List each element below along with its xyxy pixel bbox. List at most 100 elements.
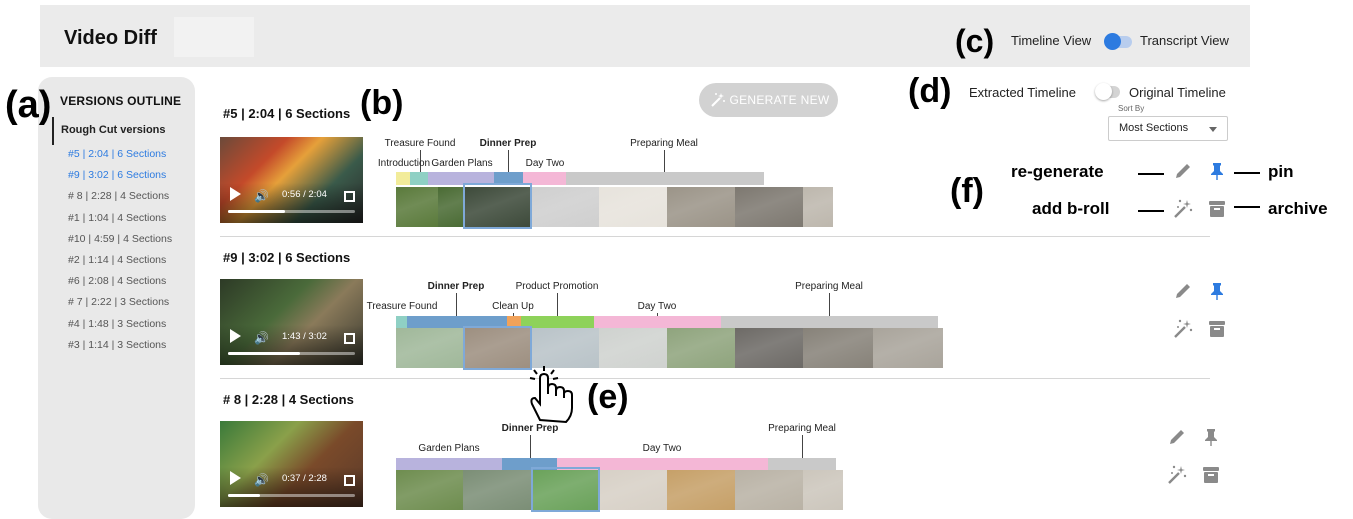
video-thumbnail[interactable]	[599, 187, 667, 227]
section-label: Day Two	[525, 158, 565, 169]
magic-wand-icon[interactable]	[1172, 318, 1194, 340]
progress-fill	[228, 210, 286, 213]
video-thumbnail[interactable]	[396, 470, 463, 510]
legend-pin: pin	[1268, 162, 1294, 181]
video-thumbnail[interactable]	[803, 328, 873, 368]
video-player[interactable]: 🔊 1:43 / 3:02	[220, 279, 363, 365]
video-thumbnail[interactable]	[735, 187, 803, 227]
player-time: 0:56 / 2:04	[282, 189, 327, 200]
video-player[interactable]: 🔊 0:56 / 2:04	[220, 137, 363, 223]
video-thumbnail[interactable]	[735, 470, 803, 510]
section-label: Dinner Prep	[479, 138, 537, 149]
volume-icon[interactable]: 🔊	[254, 189, 269, 203]
video-thumbnail[interactable]	[599, 328, 667, 368]
video-thumbnail[interactable]	[667, 328, 735, 368]
play-icon[interactable]	[230, 187, 241, 201]
row-divider	[220, 236, 1210, 237]
section-label: Garden Plans	[431, 158, 493, 169]
section-connector	[456, 293, 457, 316]
version-list-item[interactable]: #2 | 1:14 | 4 Sections	[68, 253, 172, 274]
generate-new-button[interactable]: GENERATE NEW	[699, 83, 838, 117]
video-thumbnail[interactable]	[396, 187, 438, 227]
timeline-view-label: Timeline View	[1011, 33, 1092, 48]
version-list-item[interactable]: #9 | 3:02 | 6 Sections	[68, 168, 172, 189]
progress-bar[interactable]	[228, 210, 355, 213]
video-thumbnail[interactable]	[667, 187, 735, 227]
legend-dash	[1234, 206, 1260, 208]
section-label: Product Promotion	[515, 281, 599, 292]
section-connector	[557, 293, 558, 316]
fullscreen-icon[interactable]	[344, 333, 355, 344]
version-list-item[interactable]: #6 | 2:08 | 4 Sections	[68, 274, 172, 295]
section-connector	[508, 150, 509, 172]
volume-icon[interactable]: 🔊	[254, 473, 269, 487]
version-list-item[interactable]: # 7 | 2:22 | 3 Sections	[68, 295, 172, 316]
section-connector	[802, 435, 803, 458]
pencil-icon[interactable]	[1172, 160, 1194, 182]
pin-icon[interactable]	[1206, 160, 1228, 182]
section-label: Dinner Prep	[427, 281, 485, 292]
legend-archive: archive	[1268, 199, 1328, 218]
video-thumbnail[interactable]	[803, 470, 843, 510]
sort-select-value: Most Sections	[1119, 122, 1189, 134]
video-thumbnail[interactable]	[803, 187, 833, 227]
magic-wand-icon[interactable]	[1172, 198, 1194, 220]
version-list-item[interactable]: #5 | 2:04 | 6 Sections	[68, 147, 172, 168]
video-thumbnail[interactable]	[873, 328, 943, 368]
video-thumbnail[interactable]	[463, 470, 531, 510]
title-placeholder	[174, 17, 254, 57]
current-frame-highlight	[531, 467, 600, 512]
section-bar[interactable]	[566, 172, 764, 185]
row-divider	[220, 378, 1210, 379]
archive-icon[interactable]	[1200, 464, 1222, 486]
archive-icon[interactable]	[1206, 198, 1228, 220]
play-icon[interactable]	[230, 471, 241, 485]
pencil-icon[interactable]	[1172, 280, 1194, 302]
video-thumbnail[interactable]	[531, 328, 599, 368]
video-thumbnail[interactable]	[531, 187, 599, 227]
timeline-toggle[interactable]	[1095, 83, 1120, 100]
video-thumbnail[interactable]	[667, 470, 735, 510]
magic-wand-icon	[711, 93, 725, 107]
version-list-item[interactable]: #10 | 4:59 | 4 Sections	[68, 232, 172, 253]
version-list-item[interactable]: #1 | 1:04 | 4 Sections	[68, 211, 172, 232]
pencil-icon[interactable]	[1166, 426, 1188, 448]
version-list-item[interactable]: #3 | 1:14 | 3 Sections	[68, 338, 172, 359]
video-thumbnail[interactable]	[599, 470, 667, 510]
view-toggle[interactable]	[1104, 33, 1132, 50]
play-icon[interactable]	[230, 329, 241, 343]
pin-icon[interactable]	[1200, 426, 1222, 448]
version-list-item[interactable]: # 8 | 2:28 | 4 Sections	[68, 189, 172, 210]
progress-fill	[228, 352, 301, 355]
annotation-c: (c)	[955, 23, 995, 59]
annotation-d: (d)	[908, 72, 952, 110]
progress-bar[interactable]	[228, 494, 355, 497]
chevron-down-icon	[1209, 127, 1217, 132]
magic-wand-icon[interactable]	[1166, 464, 1188, 486]
pin-icon[interactable]	[1206, 280, 1228, 302]
section-label: Treasure Found	[384, 138, 456, 149]
section-connector	[829, 293, 830, 316]
section-label: Preparing Meal	[768, 423, 836, 434]
annotation-e: (e)	[587, 378, 629, 416]
section-bar[interactable]	[410, 172, 428, 185]
volume-icon[interactable]: 🔊	[254, 331, 269, 345]
version-title: #5 | 2:04 | 6 Sections	[223, 106, 351, 121]
section-label: Garden Plans	[418, 443, 480, 454]
progress-bar[interactable]	[228, 352, 355, 355]
video-thumbnail[interactable]	[438, 187, 464, 227]
rough-cut-group-label: Rough Cut versions	[52, 117, 166, 145]
video-thumbnail[interactable]	[735, 328, 803, 368]
legend-add-broll: add b-roll	[1032, 199, 1110, 218]
version-list-item[interactable]: #4 | 1:48 | 3 Sections	[68, 317, 172, 338]
legend-regenerate: re-generate	[1011, 162, 1104, 181]
legend-dash	[1138, 173, 1164, 175]
video-player[interactable]: 🔊 0:37 / 2:28	[220, 421, 363, 507]
section-connector	[530, 435, 531, 458]
video-thumbnail[interactable]	[396, 328, 463, 368]
fullscreen-icon[interactable]	[344, 191, 355, 202]
sort-select[interactable]: Most Sections	[1108, 116, 1228, 141]
archive-icon[interactable]	[1206, 318, 1228, 340]
section-bar[interactable]	[396, 172, 410, 185]
fullscreen-icon[interactable]	[344, 475, 355, 486]
